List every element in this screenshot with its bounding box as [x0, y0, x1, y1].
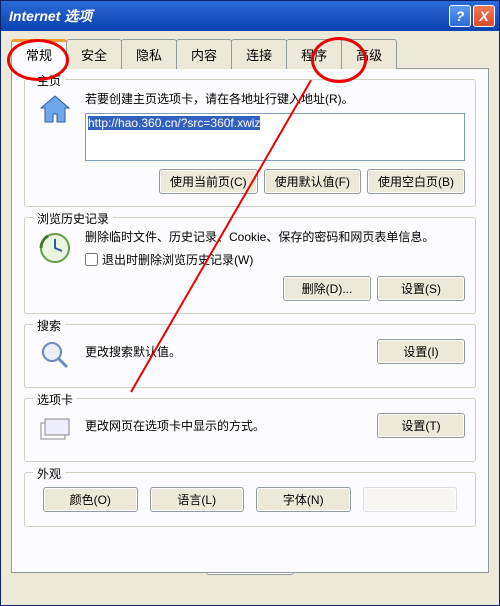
font-button[interactable]: 字体(N)	[256, 487, 351, 512]
tab-strip: 常规 安全 隐私 内容 连接 程序 高级	[11, 39, 489, 69]
tab-programs[interactable]: 程序	[286, 39, 342, 69]
tab-panel-general: 主页 若要创建主页选项卡，请在各地址行键入地址(R)。 http://hao.3…	[11, 68, 489, 573]
group-history: 浏览历史记录 删除临时文件、历史记录、Cookie、保存的密码和网页表单信息。 …	[24, 217, 476, 314]
tabs-desc: 更改网页在选项卡中显示的方式。	[85, 417, 265, 434]
history-settings-button[interactable]: 设置(S)	[377, 276, 465, 301]
search-settings-button[interactable]: 设置(I)	[377, 339, 465, 364]
use-blank-button[interactable]: 使用空白页(B)	[367, 169, 465, 194]
group-tabs: 选项卡 更改网页在选项卡中显示的方式。 设置(T)	[24, 398, 476, 462]
window-title: Internet 选项	[9, 6, 447, 26]
group-title-appearance: 外观	[33, 465, 65, 482]
group-title-tabs: 选项卡	[33, 391, 77, 408]
tab-privacy[interactable]: 隐私	[121, 39, 177, 69]
group-title-search: 搜索	[33, 317, 65, 334]
delete-on-exit-input[interactable]	[85, 253, 98, 266]
group-title-history: 浏览历史记录	[33, 210, 113, 227]
tab-security[interactable]: 安全	[66, 39, 122, 69]
group-search: 搜索 更改搜索默认值。 设置(I)	[24, 324, 476, 388]
history-icon	[35, 228, 75, 268]
history-desc: 删除临时文件、历史记录、Cookie、保存的密码和网页表单信息。	[85, 228, 465, 245]
internet-options-dialog: Internet 选项 ? X 常规 安全 隐私 内容 连接 程序 高级 主页	[0, 0, 500, 606]
group-homepage: 主页 若要创建主页选项卡，请在各地址行键入地址(R)。 http://hao.3…	[24, 79, 476, 207]
use-current-button[interactable]: 使用当前页(C)	[159, 169, 258, 194]
delete-on-exit-label: 退出时删除浏览历史记录(W)	[102, 251, 253, 268]
titlebar: Internet 选项 ? X	[1, 1, 499, 31]
color-button[interactable]: 颜色(O)	[43, 487, 138, 512]
homepage-url-input[interactable]: http://hao.360.cn/?src=360f.xwiz	[85, 113, 465, 161]
search-icon	[35, 335, 75, 375]
use-default-button[interactable]: 使用默认值(F)	[264, 169, 361, 194]
tab-content[interactable]: 内容	[176, 39, 232, 69]
home-icon	[35, 90, 75, 130]
tab-connections[interactable]: 连接	[231, 39, 287, 69]
language-button[interactable]: 语言(L)	[150, 487, 245, 512]
accessibility-button[interactable]	[363, 487, 458, 512]
history-delete-button[interactable]: 删除(D)...	[283, 276, 371, 301]
tab-general[interactable]: 常规	[11, 39, 67, 69]
tab-advanced[interactable]: 高级	[341, 39, 397, 69]
help-button[interactable]: ?	[449, 5, 471, 27]
homepage-desc: 若要创建主页选项卡，请在各地址行键入地址(R)。	[85, 90, 465, 107]
tabs-icon	[35, 409, 75, 449]
delete-on-exit-checkbox[interactable]: 退出时删除浏览历史记录(W)	[85, 251, 465, 268]
search-desc: 更改搜索默认值。	[85, 343, 181, 360]
group-appearance: 外观 颜色(O) 语言(L) 字体(N)	[24, 472, 476, 527]
tabs-settings-button[interactable]: 设置(T)	[377, 413, 465, 438]
close-button[interactable]: X	[473, 5, 495, 27]
group-title-homepage: 主页	[33, 72, 65, 89]
